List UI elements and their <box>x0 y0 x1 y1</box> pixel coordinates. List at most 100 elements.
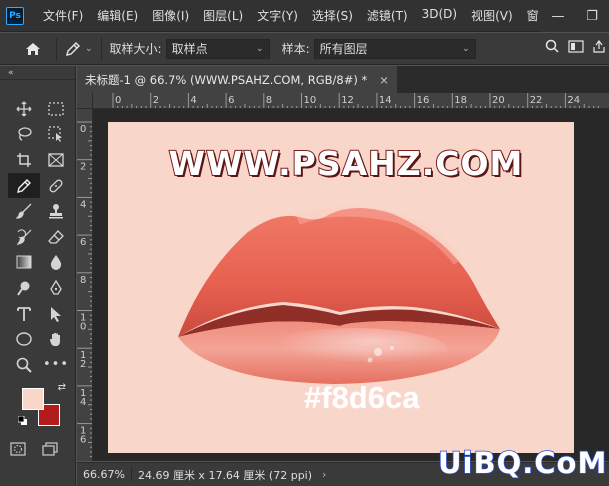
sample-size-label: 取样大小: <box>109 42 162 56</box>
zoom-tool[interactable] <box>8 352 40 378</box>
frame-icon <box>48 153 64 167</box>
vertical-ruler[interactable]: 0246810121416 <box>77 109 93 461</box>
ruler-label: 2 <box>80 162 86 173</box>
crop-icon <box>17 152 31 167</box>
blur-tool[interactable] <box>40 250 72 276</box>
ruler-origin[interactable] <box>77 93 93 109</box>
type-tool[interactable] <box>8 301 40 327</box>
quick-mask-icon[interactable] <box>10 442 26 456</box>
restore-button[interactable]: ❐ <box>575 9 609 24</box>
eyedropper-icon <box>17 178 31 193</box>
menu-image[interactable]: 图像(I) <box>145 7 196 24</box>
history-brush-icon <box>16 229 32 245</box>
object-select-icon <box>48 126 62 143</box>
ruler-label: 4 <box>80 199 86 210</box>
color-swatches: ⇄ <box>18 382 68 432</box>
ruler-label: 16 <box>417 95 430 106</box>
document-workspace[interactable]: WWW.PSAHZ.COM #f8d6ca <box>93 109 609 461</box>
screen-mode-icon[interactable] <box>42 442 58 456</box>
swap-colors-icon[interactable]: ⇄ <box>58 382 66 393</box>
hand-icon <box>50 333 60 347</box>
brush-tool[interactable] <box>8 198 40 224</box>
marquee-tool[interactable] <box>40 96 72 122</box>
ruler-label: 2 <box>153 95 159 106</box>
menu-view[interactable]: 视图(V) <box>464 7 520 24</box>
gradient-icon <box>16 255 32 269</box>
more-tools-button[interactable]: ••• <box>40 352 72 378</box>
options-right-icons <box>545 39 605 53</box>
ruler-label: 8 <box>80 275 86 286</box>
canvas[interactable]: WWW.PSAHZ.COM #f8d6ca <box>108 122 574 453</box>
options-bar: ⌄ 取样大小: 取样点 ⌄ 样本: 所有图层 ⌄ <box>0 33 609 65</box>
document-info: 24.69 厘米 x 17.64 厘米 (72 ppi) <box>137 468 313 482</box>
workspace-icon[interactable] <box>568 39 584 53</box>
healing-brush-tool[interactable] <box>40 173 72 199</box>
sample-size-select[interactable]: 取样点 ⌄ <box>165 38 270 59</box>
move-tool[interactable] <box>8 96 40 122</box>
options-separator <box>100 37 102 60</box>
dodge-tool[interactable] <box>8 275 40 301</box>
eraser-tool[interactable] <box>40 224 72 250</box>
status-menu-arrow-icon[interactable]: › <box>322 468 326 481</box>
menu-filter[interactable]: 滤镜(T) <box>360 7 415 24</box>
menu-items: 文件(F) 编辑(E) 图像(I) 图层(L) 文字(Y) 选择(S) 滤镜(T… <box>36 7 546 24</box>
ruler-label: 20 <box>492 95 505 106</box>
document-tab[interactable]: 未标题-1 @ 66.7% (WWW.PSAHZ.COM, RGB/8#) * … <box>77 66 397 93</box>
ruler-label: 12 <box>341 95 354 106</box>
collapse-toolbar-button[interactable]: « <box>0 66 75 80</box>
arrow-pointer-icon <box>51 306 61 322</box>
ruler-label: 18 <box>454 95 467 106</box>
ruler-label: 14 <box>379 95 392 106</box>
gradient-tool[interactable] <box>8 250 40 276</box>
photoshop-logo-icon[interactable]: Ps <box>6 6 24 25</box>
document-tab-bar: 未标题-1 @ 66.7% (WWW.PSAHZ.COM, RGB/8#) * … <box>77 66 609 93</box>
history-brush-tool[interactable] <box>8 224 40 250</box>
home-button[interactable] <box>18 37 48 61</box>
share-icon[interactable] <box>593 39 605 53</box>
default-colors-icon[interactable] <box>18 416 27 425</box>
mode-tools <box>10 442 58 456</box>
crop-tool[interactable] <box>8 147 40 173</box>
menu-type[interactable]: 文字(Y) <box>250 7 305 24</box>
window-controls: — ❐ <box>541 0 609 32</box>
frame-tool[interactable] <box>40 147 72 173</box>
eyedropper-tool[interactable] <box>8 172 40 199</box>
pen-icon <box>50 279 62 295</box>
hand-tool[interactable] <box>40 326 72 352</box>
search-icon[interactable] <box>545 39 559 53</box>
canvas-color-code-text: #f8d6ca <box>304 380 420 415</box>
horizontal-ruler[interactable]: 0 2 4 6 8 10 12 14 16 18 20 22 24 <box>93 93 609 109</box>
lasso-tool[interactable] <box>8 122 40 148</box>
brush-icon <box>16 203 32 219</box>
eyedropper-preset-button[interactable]: ⌄ <box>65 41 93 57</box>
horizontal-ruler-scale: 0 2 4 6 8 10 12 14 16 18 20 22 24 <box>112 93 599 108</box>
menu-select[interactable]: 选择(S) <box>305 7 360 24</box>
pen-tool[interactable] <box>40 275 72 301</box>
object-selection-tool[interactable] <box>40 122 72 148</box>
ruler-label: 6 <box>80 237 86 248</box>
zoom-level[interactable]: 66.67% <box>77 468 132 481</box>
watermark-logo: UiBQ.CoM <box>437 445 608 481</box>
minimize-button[interactable]: — <box>541 9 575 24</box>
canvas-headline-text: WWW.PSAHZ.COM <box>168 143 524 184</box>
ellipse-tool[interactable] <box>8 326 40 352</box>
menu-edit[interactable]: 编辑(E) <box>90 7 145 24</box>
ruler-label: 4 <box>80 397 86 408</box>
clone-stamp-tool[interactable] <box>40 198 72 224</box>
ruler-label: 6 <box>228 95 234 106</box>
ruler-label: 10 <box>304 95 317 106</box>
menu-layer[interactable]: 图层(L) <box>196 7 250 24</box>
drop-icon <box>50 255 62 271</box>
menu-3d[interactable]: 3D(D) <box>415 7 464 24</box>
ruler-label: 0 <box>115 95 121 106</box>
path-selection-tool[interactable] <box>40 301 72 327</box>
foreground-color-swatch[interactable] <box>22 388 44 410</box>
zoom-icon <box>16 357 32 373</box>
tools-panel: « ••• ⇄ <box>0 66 76 486</box>
home-icon <box>26 42 40 55</box>
ruler-label: 6 <box>80 435 86 446</box>
menu-file[interactable]: 文件(F) <box>36 7 90 24</box>
close-tab-icon[interactable]: × <box>379 73 389 87</box>
sample-value: 所有图层 <box>319 42 368 56</box>
sample-select[interactable]: 所有图层 ⌄ <box>313 38 476 59</box>
